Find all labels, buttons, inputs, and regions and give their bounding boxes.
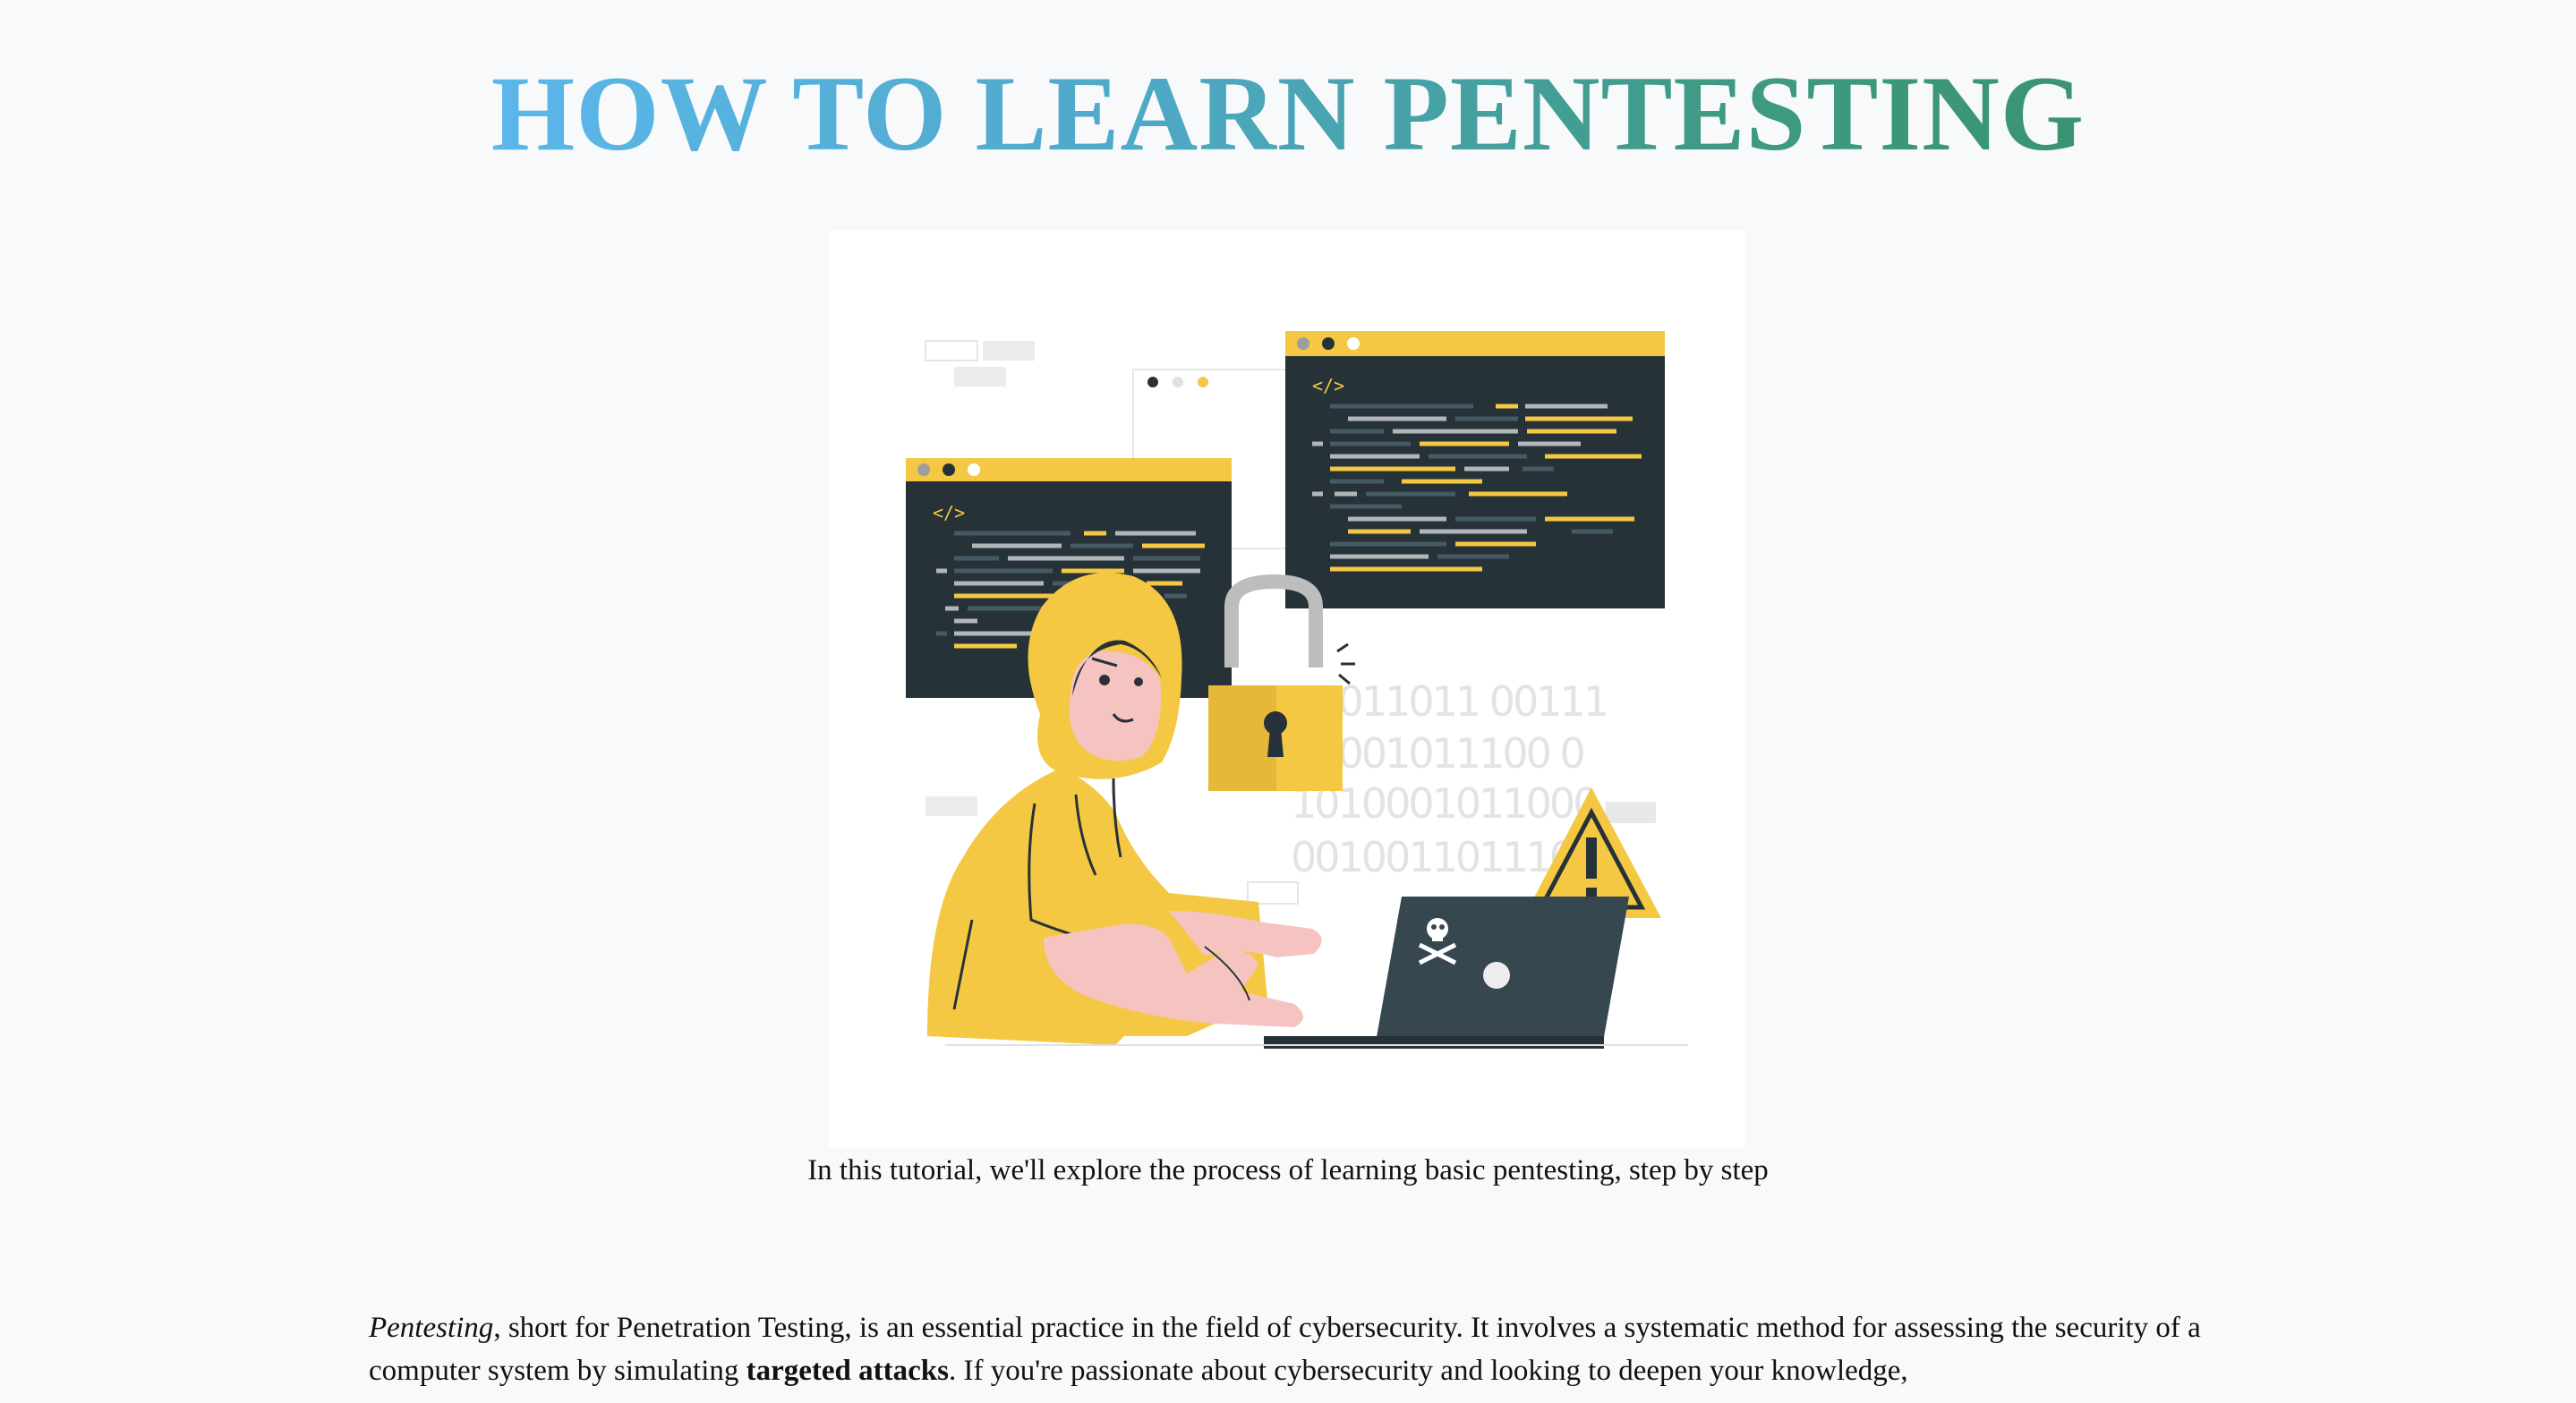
svg-text:</>: </>	[933, 502, 965, 523]
intro-text-part-2: . If you're passionate about cybersecuri…	[948, 1355, 1908, 1387]
hero-image: </> </> 10011011 00111 10001011100 0 101…	[829, 231, 1745, 1147]
intro-paragraph: Pentesting, short for Penetration Testin…	[369, 1306, 2213, 1392]
page-title-text: HOW TO LEARN PENTESTING	[490, 54, 2086, 173]
image-caption: In this tutorial, we'll explore the proc…	[807, 1154, 1769, 1186]
hacker-illustration-icon: </> </> 10011011 00111 10001011100 0 101…	[906, 331, 1688, 1049]
svg-text:</>: </>	[1312, 375, 1344, 396]
page-title: HOW TO LEARN PENTESTING	[0, 47, 2576, 181]
intro-term: Pentesting	[369, 1312, 494, 1344]
intro-emphasis: targeted attacks	[746, 1355, 949, 1387]
